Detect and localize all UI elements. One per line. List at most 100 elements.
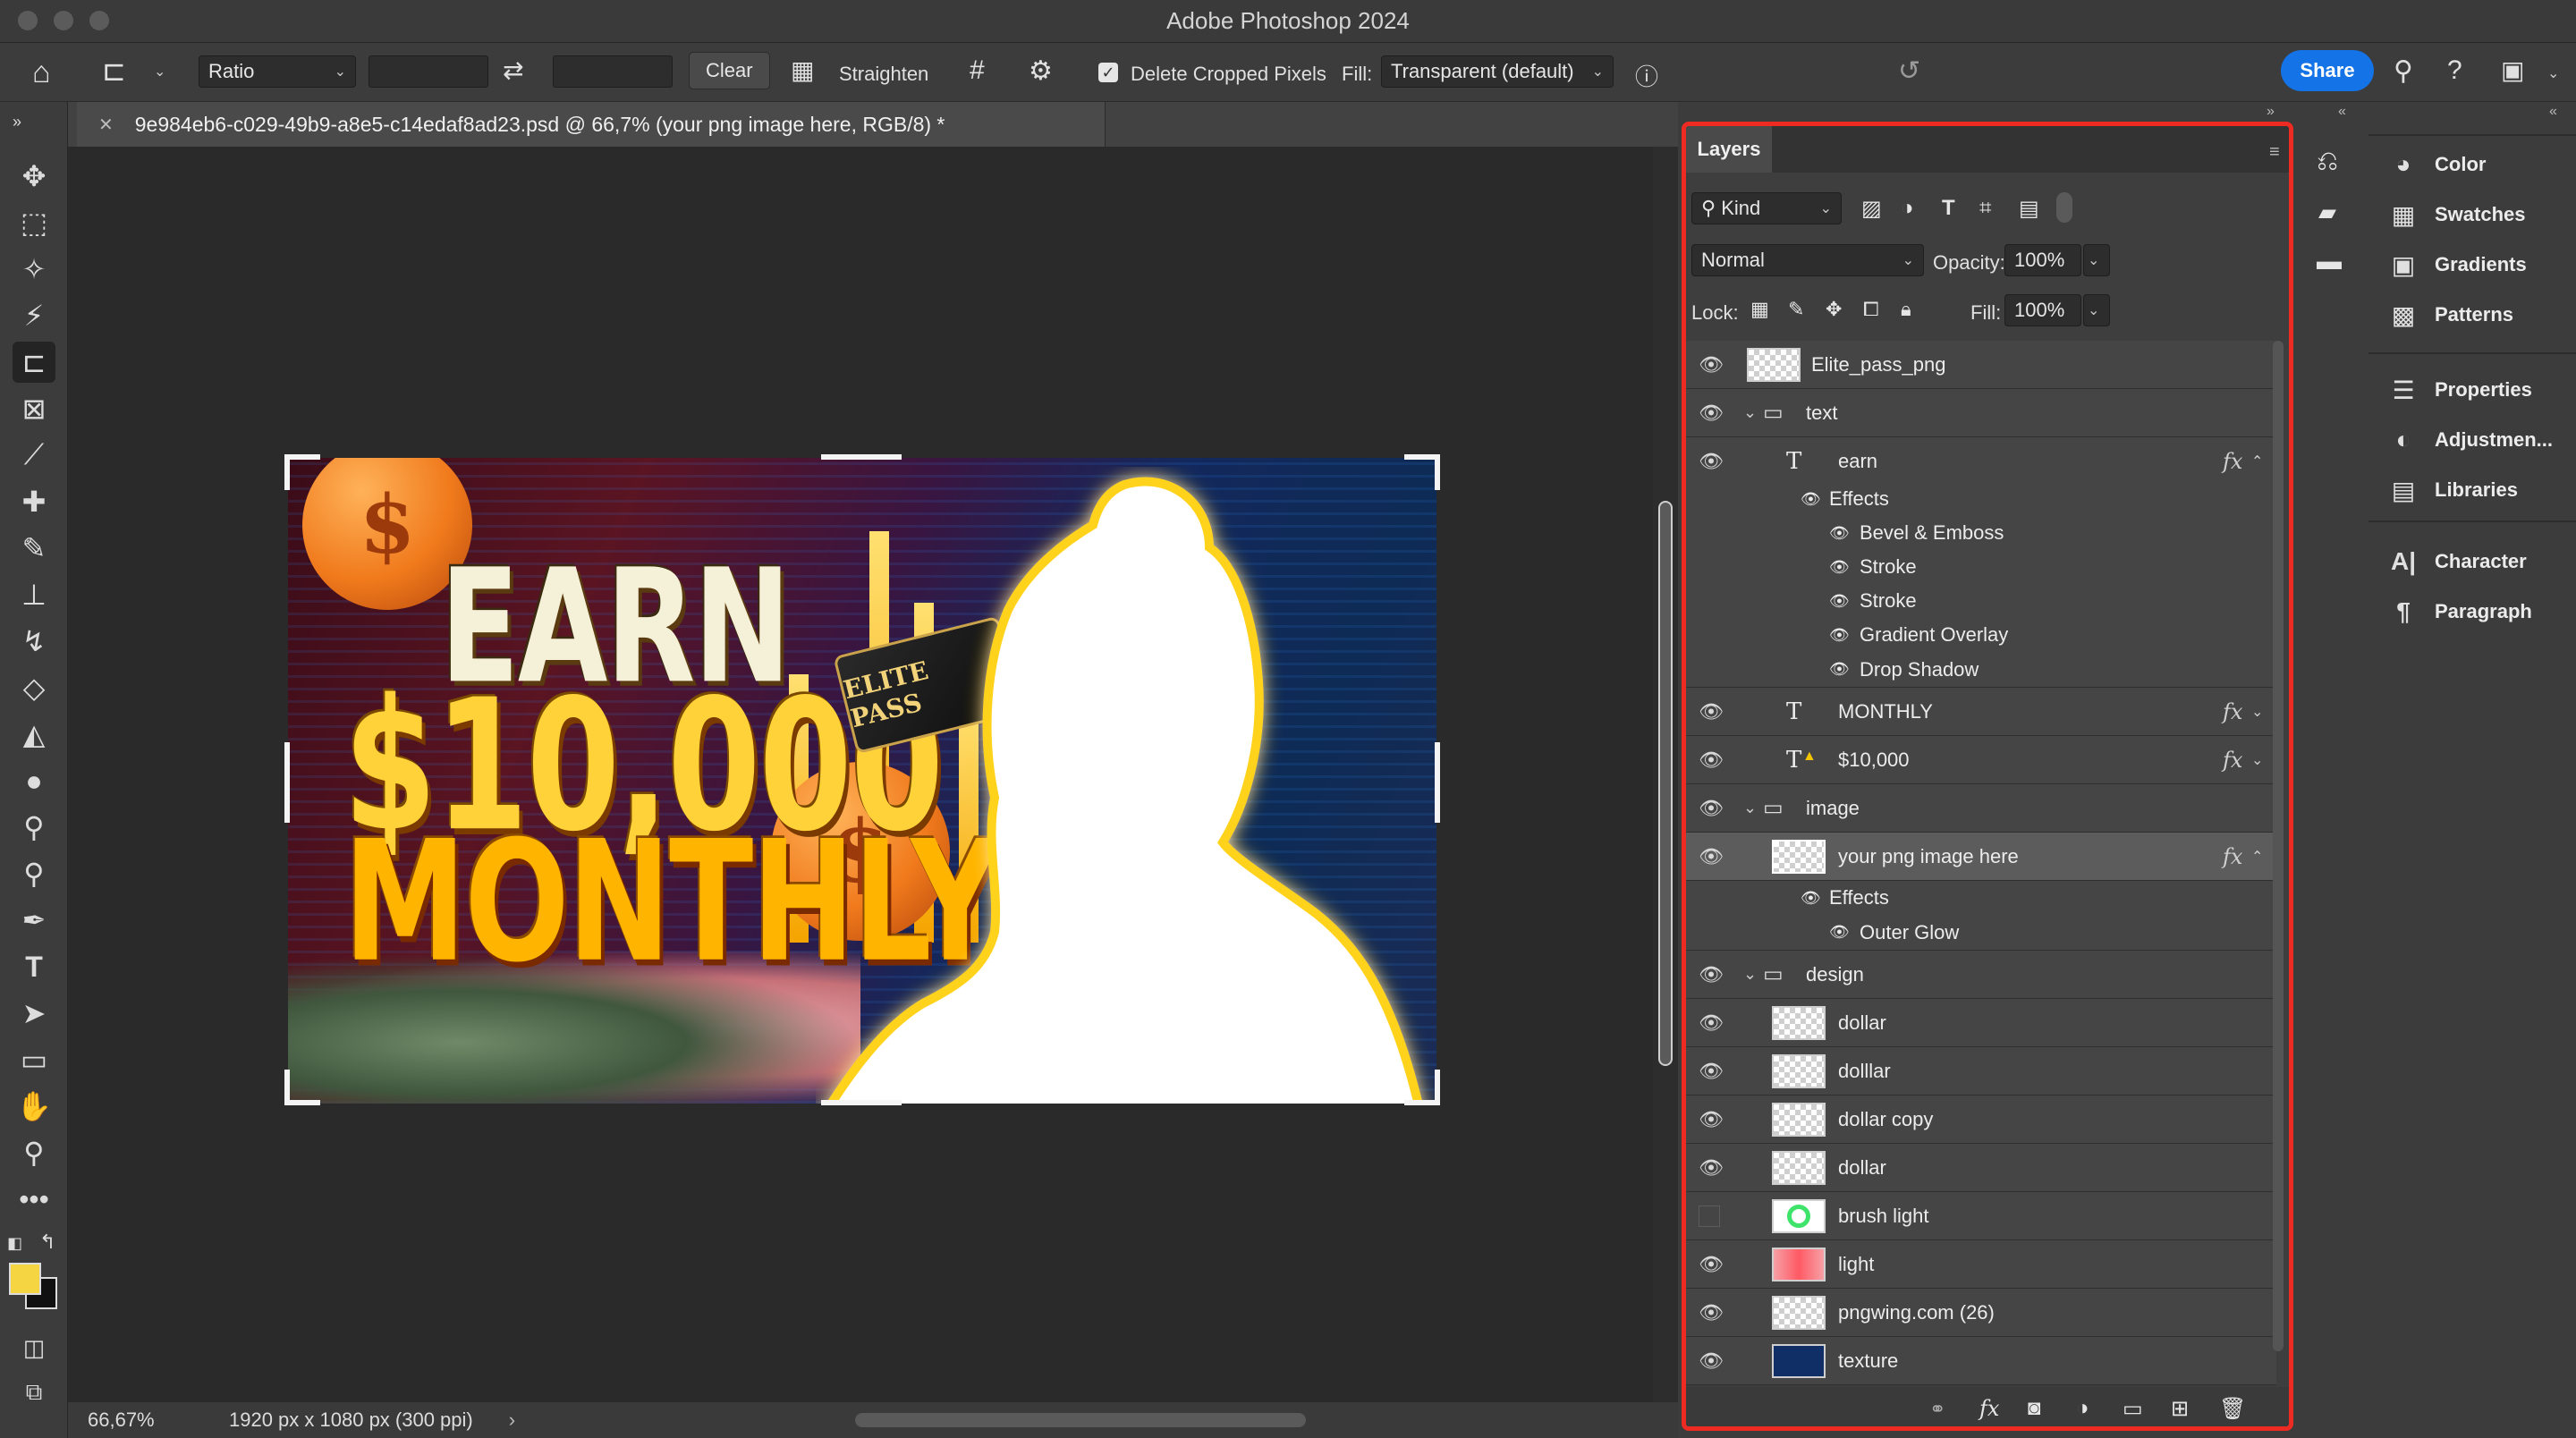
rectangle-tool-icon[interactable]: ▭	[13, 1039, 55, 1080]
share-button[interactable]: Share	[2281, 50, 2374, 91]
crop-handle[interactable]	[284, 742, 290, 823]
expand-panel-icon[interactable]: «	[2549, 104, 2557, 120]
eye-icon[interactable]: 👁︎	[1699, 963, 1725, 986]
healing-brush-icon[interactable]: ✚	[13, 481, 55, 522]
eye-icon[interactable]: 👁︎	[1699, 1156, 1725, 1180]
eraser-icon[interactable]: ◇	[13, 667, 55, 708]
effect-row[interactable]: 👁︎ Stroke	[1686, 550, 2276, 584]
lock-transparent-icon[interactable]: ▦	[1750, 298, 1769, 321]
layer-group-row[interactable]: 👁︎ ⌄ ▭ text	[1686, 389, 2276, 437]
collapse-toolbar-icon[interactable]: »	[4, 113, 30, 131]
eye-icon[interactable]: 👁︎	[1699, 1011, 1725, 1035]
frame-tool-icon[interactable]: ⊠	[13, 388, 55, 429]
paint-bucket-icon[interactable]: ◭	[13, 714, 55, 755]
comments-panel-icon[interactable]: ▬	[2317, 247, 2342, 275]
crop-handle[interactable]	[284, 454, 290, 490]
chevron-down-icon[interactable]: ⌄	[2547, 64, 2559, 82]
chevron-down-icon[interactable]: ⌄	[2251, 751, 2263, 769]
eye-icon[interactable]: 👁︎	[1801, 490, 1821, 509]
eye-icon[interactable]: 👁︎	[1829, 660, 1850, 679]
layer-row[interactable]: 👁︎ texture	[1686, 1337, 2276, 1385]
lock-position-icon[interactable]: ✥	[1826, 298, 1842, 321]
layer-row-selected[interactable]: 👁︎ your png image here fx ⌃	[1686, 833, 2276, 881]
crop-handle[interactable]	[1435, 454, 1440, 490]
swap-colors-icon[interactable]: ↰	[39, 1231, 55, 1254]
help-icon[interactable]: ?	[2447, 55, 2462, 86]
path-selection-icon[interactable]: ➤	[13, 993, 55, 1034]
adjustments-panel-button[interactable]: ◐ Adjustmen...	[2368, 415, 2576, 465]
swap-icon[interactable]: ⇄	[503, 55, 523, 85]
zoom-window-button[interactable]	[89, 11, 109, 30]
eye-icon[interactable]: 👁︎	[1699, 1060, 1725, 1083]
quick-mask-icon[interactable]: ◫	[13, 1327, 55, 1368]
effect-row[interactable]: 👁︎ Outer Glow	[1686, 915, 2276, 951]
horizontal-scroll-thumb[interactable]	[855, 1413, 1306, 1427]
screen-mode-icon[interactable]: ⧉	[13, 1372, 55, 1413]
chevron-down-icon[interactable]: ⌄	[1743, 403, 1757, 422]
home-icon[interactable]: ⌂	[32, 55, 51, 90]
layers-scrollbar[interactable]	[2273, 341, 2284, 1351]
effects-row[interactable]: 👁︎ Effects	[1686, 482, 2276, 516]
eye-icon[interactable]: 👁︎	[1699, 402, 1725, 425]
history-panel-icon[interactable]: ⎌	[2317, 147, 2338, 177]
clone-stamp-icon[interactable]: ⊥	[13, 574, 55, 615]
layer-row[interactable]: 👁︎ pngwing.com (26)	[1686, 1289, 2276, 1337]
workspace-icon[interactable]: ▣	[2501, 55, 2524, 85]
eye-icon[interactable]: 👁︎	[1829, 524, 1850, 543]
paragraph-panel-button[interactable]: ¶ Paragraph	[2368, 587, 2576, 637]
gradients-panel-button[interactable]: ▣ Gradients	[2368, 240, 2576, 290]
hand-tool-icon[interactable]: ✋	[13, 1086, 55, 1127]
layers-tab[interactable]: Layers	[1686, 126, 1772, 173]
ratio-dropdown[interactable]: Ratio ⌄	[199, 55, 356, 88]
eye-icon[interactable]: 👁︎	[1829, 626, 1850, 645]
eye-icon[interactable]: 👁︎	[1699, 1301, 1725, 1324]
layer-row[interactable]: 👁︎ light	[1686, 1240, 2276, 1289]
blend-mode-dropdown[interactable]: Normal ⌄	[1691, 244, 1924, 276]
eye-icon[interactable]: 👁︎	[1699, 797, 1725, 820]
lock-pixels-icon[interactable]: ✎	[1788, 298, 1804, 321]
effects-icon[interactable]: fx	[2223, 699, 2242, 724]
crop-handle[interactable]	[821, 1100, 902, 1105]
adjustment-layer-icon[interactable]: ◑	[2076, 1396, 2089, 1421]
eye-icon[interactable]: 👁︎	[1829, 558, 1850, 577]
magic-wand-icon[interactable]: ⚡	[13, 295, 55, 336]
undo-icon[interactable]: ↺	[1898, 55, 1920, 87]
effects-icon[interactable]: fx	[2223, 748, 2242, 773]
panel-menu-icon[interactable]: ≡	[2269, 142, 2280, 163]
chevron-down-icon[interactable]: ⌄	[154, 63, 165, 80]
more-tools-icon[interactable]: •••	[13, 1179, 55, 1220]
crop-handle[interactable]	[821, 454, 902, 460]
ratio-height-input[interactable]	[553, 55, 673, 88]
eyedropper-icon[interactable]: ⟋	[13, 435, 55, 476]
eye-icon[interactable]: 👁︎	[1829, 923, 1850, 942]
eye-icon[interactable]: 👁︎	[1699, 700, 1725, 723]
eye-icon[interactable]: 👁︎	[1699, 1108, 1725, 1131]
opacity-slider-toggle[interactable]: ⌄	[2083, 244, 2110, 276]
eye-icon[interactable]: 👁︎	[1699, 353, 1725, 376]
expand-panel-icon[interactable]: «	[2338, 104, 2346, 120]
lock-all-icon[interactable]: 🔒︎	[1901, 298, 1911, 321]
layer-row[interactable]: 👁︎ T earn fx ⌃	[1686, 437, 2276, 486]
crop-tool-icon[interactable]: ⊏	[13, 342, 55, 383]
layer-row[interactable]: 👁︎ T MONTHLY fx ⌄	[1686, 688, 2276, 736]
eye-icon[interactable]: 👁︎	[1699, 749, 1725, 772]
chevron-up-icon[interactable]: ⌃	[2251, 848, 2263, 866]
minimize-window-button[interactable]	[54, 11, 73, 30]
zoom-tool-icon[interactable]: ⚲	[13, 1132, 55, 1173]
window-controls[interactable]	[18, 11, 109, 30]
link-layers-icon[interactable]: ⚭	[1929, 1398, 1945, 1421]
gear-icon[interactable]: ⚙	[1029, 55, 1053, 87]
dodge-tool-icon[interactable]: ⚲	[13, 807, 55, 848]
layer-filter-kind-dropdown[interactable]: ⚲ Kind ⌄	[1691, 192, 1842, 224]
grid-overlay-icon[interactable]: #	[970, 55, 985, 86]
info-icon[interactable]: ⓘ	[1635, 59, 1658, 92]
visibility-toggle-off[interactable]	[1699, 1205, 1720, 1227]
smart-object-filter-icon[interactable]: ▤	[2019, 196, 2039, 222]
lock-artboard-icon[interactable]: ⧠	[1863, 298, 1879, 321]
chevron-right-icon[interactable]: ›	[509, 1408, 515, 1432]
opacity-input[interactable]: 100%	[2004, 244, 2081, 276]
eye-icon[interactable]: 👁︎	[1699, 845, 1725, 868]
eye-icon[interactable]: 👁︎	[1829, 592, 1850, 611]
effect-row[interactable]: 👁︎ Stroke	[1686, 584, 2276, 618]
layer-row[interactable]: 👁︎ T ▲ $10,000 fx ⌄	[1686, 736, 2276, 784]
